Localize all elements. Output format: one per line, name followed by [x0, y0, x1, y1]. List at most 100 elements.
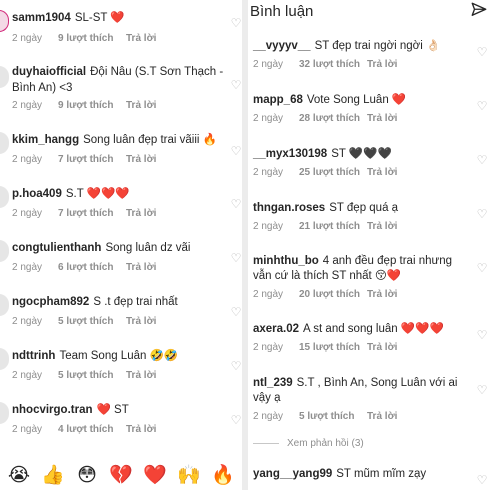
- like-heart-icon[interactable]: ♡: [476, 384, 488, 396]
- comment-time: 2 ngày: [12, 33, 43, 44]
- comment-likes[interactable]: 9 lượt thích: [58, 100, 126, 111]
- comment-username[interactable]: __myx130198: [253, 148, 327, 160]
- comment-meta: 2 ngày 9 lượt thích Trả lời: [12, 33, 156, 44]
- reply-button[interactable]: Trả lời: [367, 59, 397, 70]
- comment-text: Song luân dz vãi: [105, 242, 191, 254]
- reply-button[interactable]: Trả lời: [367, 221, 397, 232]
- comment-line: thngan.roses ST đẹp quá ạ: [253, 200, 398, 216]
- thumbs-up-emoji-icon[interactable]: 👍: [39, 465, 67, 487]
- comment-likes[interactable]: 25 lượt thích: [299, 167, 367, 178]
- reply-button[interactable]: Trả lời: [126, 370, 156, 381]
- reply-button[interactable]: Trả lời: [126, 208, 156, 219]
- like-heart-icon[interactable]: ♡: [230, 79, 242, 91]
- comment-username[interactable]: ngocpham892: [12, 296, 89, 308]
- avatar[interactable]: [0, 348, 9, 370]
- comment-text: S.T , Bình An, Song Luân với ai: [296, 377, 458, 389]
- comment-likes[interactable]: 21 lượt thích: [299, 221, 367, 232]
- reply-button[interactable]: Trả lời: [367, 289, 397, 300]
- comment-username[interactable]: kkim_hangg: [12, 134, 79, 146]
- comment-meta: 2 ngày 21 lượt thích Trả lời: [253, 221, 397, 232]
- comment-username[interactable]: samm1904: [12, 12, 71, 24]
- comments-panel-right: Bình luận __vyyyv__ ST đẹp trai ngời ngời…: [248, 0, 490, 490]
- reply-button[interactable]: Trả lời: [126, 100, 156, 111]
- like-heart-icon[interactable]: ♡: [476, 208, 488, 220]
- fire-emoji-icon[interactable]: 🔥: [209, 465, 237, 487]
- comment-likes[interactable]: 5 lượt thích: [299, 411, 367, 422]
- comment-username[interactable]: p.hoa409: [12, 188, 62, 200]
- reply-button[interactable]: Trả lời: [367, 113, 397, 124]
- comment-meta: 2 ngày 5 lượt thích Trả lời: [253, 411, 397, 422]
- comment-time: 2 ngày: [253, 113, 284, 124]
- comment-likes[interactable]: 28 lượt thích: [299, 113, 367, 124]
- comment-likes[interactable]: 20 lượt thích: [299, 289, 367, 300]
- avatar[interactable]: [0, 10, 9, 32]
- reply-button[interactable]: Trả lời: [126, 154, 156, 165]
- avatar[interactable]: [0, 186, 9, 208]
- like-heart-icon[interactable]: ♡: [230, 360, 242, 372]
- like-heart-icon[interactable]: ♡: [476, 46, 488, 58]
- like-heart-icon[interactable]: ♡: [476, 100, 488, 112]
- comment-likes[interactable]: 9 lượt thích: [58, 33, 126, 44]
- comment-username[interactable]: __vyyyv__: [253, 40, 311, 52]
- broken-heart-emoji-icon[interactable]: 💔: [107, 465, 135, 487]
- comment-time: 2 ngày: [12, 316, 43, 327]
- comment-username[interactable]: yang__yang99: [253, 468, 332, 480]
- flushed-face-emoji-icon[interactable]: 😳: [73, 465, 101, 487]
- comment-username[interactable]: ntl_239: [253, 377, 293, 389]
- avatar[interactable]: [0, 132, 9, 154]
- comment-username[interactable]: duyhaiofficial: [12, 66, 86, 78]
- like-heart-icon[interactable]: ♡: [476, 154, 488, 166]
- avatar[interactable]: [0, 294, 9, 316]
- comment-likes[interactable]: 5 lượt thích: [58, 316, 126, 327]
- comment-username[interactable]: minhthu_bo: [253, 255, 319, 267]
- comment-line: mapp_68 Vote Song Luân ❤️: [253, 92, 406, 108]
- like-heart-icon[interactable]: ♡: [230, 17, 242, 29]
- reply-button[interactable]: Trả lời: [367, 411, 397, 422]
- comment-meta: 2 ngày 5 lượt thích Trả lời: [12, 316, 156, 327]
- comment-likes[interactable]: 7 lượt thích: [58, 154, 126, 165]
- comment-line: kkim_hangg Song luân đẹp trai vãiii 🔥: [12, 132, 217, 148]
- raising-hands-emoji-icon[interactable]: 🙌: [175, 465, 203, 487]
- comment-likes[interactable]: 7 lượt thích: [58, 208, 126, 219]
- reply-button[interactable]: Trả lời: [126, 33, 156, 44]
- comment-username[interactable]: thngan.roses: [253, 202, 325, 214]
- like-heart-icon[interactable]: ♡: [230, 145, 242, 157]
- avatar[interactable]: [0, 402, 9, 424]
- comment-likes[interactable]: 6 lượt thích: [58, 262, 126, 273]
- reply-button[interactable]: Trả lời: [126, 424, 156, 435]
- comment-meta: 2 ngày 6 lượt thích Trả lời: [12, 262, 156, 273]
- comment-likes[interactable]: 32 lượt thích: [299, 59, 367, 70]
- like-heart-icon[interactable]: ♡: [230, 414, 242, 426]
- avatar[interactable]: [0, 240, 9, 262]
- comment-likes[interactable]: 15 lượt thích: [299, 342, 367, 353]
- like-heart-icon[interactable]: ♡: [476, 329, 488, 341]
- comment-username[interactable]: axera.02: [253, 323, 299, 335]
- comment-line: samm1904 SL-ST ❤️: [12, 10, 125, 26]
- reply-button[interactable]: Trả lời: [126, 316, 156, 327]
- comment-time: 2 ngày: [253, 167, 284, 178]
- comment-username[interactable]: ndttrinh: [12, 350, 55, 362]
- comment-username[interactable]: mapp_68: [253, 94, 303, 106]
- comment-line: ntl_239 S.T , Bình An, Song Luân với ai: [253, 375, 457, 391]
- like-heart-icon[interactable]: ♡: [476, 262, 488, 274]
- comment-username[interactable]: congtulienthanh: [12, 242, 101, 254]
- comment-time: 2 ngày: [12, 262, 43, 273]
- view-replies-link[interactable]: Xem phản hồi (3): [253, 438, 364, 449]
- comment-likes[interactable]: 5 lượt thích: [58, 370, 126, 381]
- avatar[interactable]: [0, 66, 9, 88]
- like-heart-icon[interactable]: ♡: [230, 198, 242, 210]
- comment-username[interactable]: nhocvirgo.tran: [12, 404, 93, 416]
- like-heart-icon[interactable]: ♡: [476, 474, 488, 486]
- comment-line: ndttrinh Team Song Luân 🤣🤣: [12, 348, 178, 364]
- comment-meta: 2 ngày 9 lượt thích Trả lời: [12, 100, 156, 111]
- reply-button[interactable]: Trả lời: [367, 342, 397, 353]
- red-heart-emoji-icon[interactable]: ❤️: [141, 465, 169, 487]
- reply-button[interactable]: Trả lời: [126, 262, 156, 273]
- crying-face-emoji-icon[interactable]: 😭: [5, 465, 33, 487]
- like-heart-icon[interactable]: ♡: [230, 252, 242, 264]
- reply-button[interactable]: Trả lời: [367, 167, 397, 178]
- send-icon[interactable]: [470, 1, 488, 19]
- comment-likes[interactable]: 4 lượt thích: [58, 424, 126, 435]
- emoji-reaction-bar: 😭 👍 😳 💔 ❤️ 🙌 🔥: [0, 462, 242, 490]
- like-heart-icon[interactable]: ♡: [230, 306, 242, 318]
